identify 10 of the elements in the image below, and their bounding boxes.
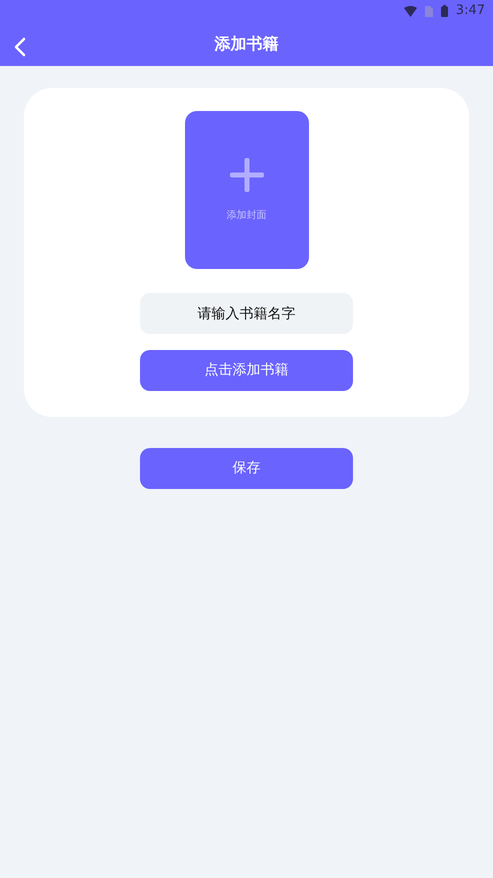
save-button[interactable]: 保存 bbox=[140, 448, 353, 489]
status-time: 3:47 bbox=[456, 2, 485, 20]
add-book-button[interactable]: 点击添加书籍 bbox=[140, 350, 353, 391]
battery-icon bbox=[440, 5, 448, 17]
page-title: 添加书籍 bbox=[214, 33, 278, 55]
sim-icon bbox=[424, 6, 433, 16]
book-name-field[interactable]: 请输入书籍名字 bbox=[140, 293, 353, 334]
add-cover-button[interactable]: 添加封面 bbox=[184, 111, 308, 269]
plus-icon bbox=[230, 158, 264, 192]
wifi-icon bbox=[404, 6, 417, 16]
